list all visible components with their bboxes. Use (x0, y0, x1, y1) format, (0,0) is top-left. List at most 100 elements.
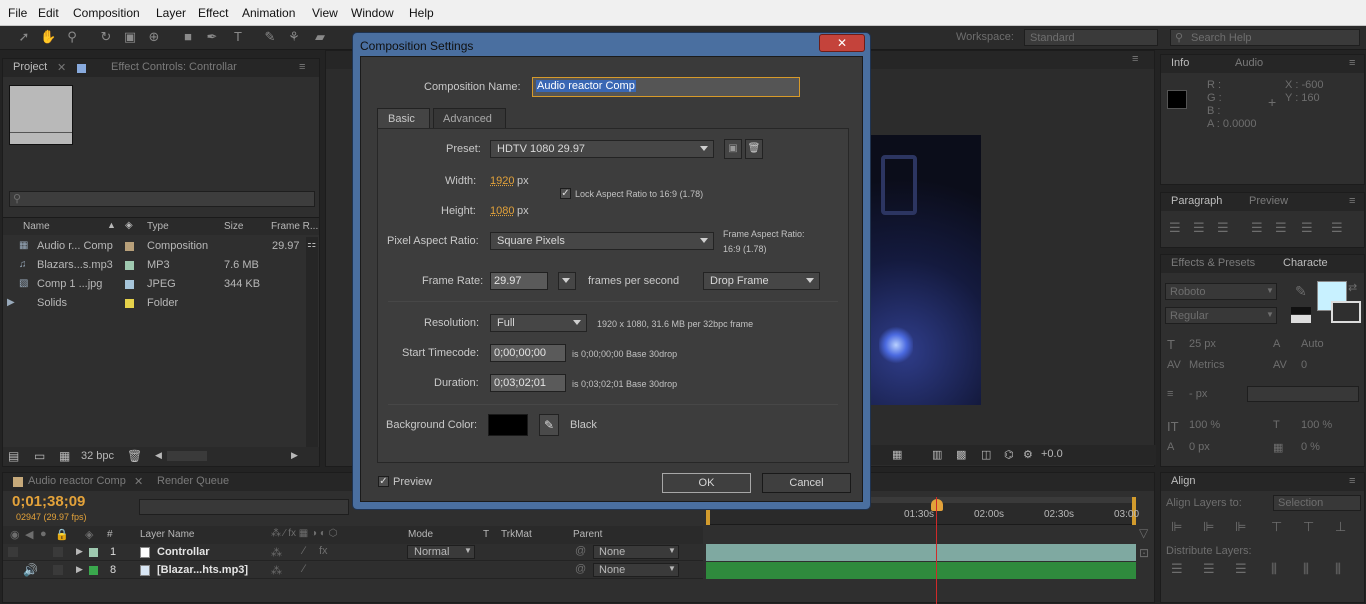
project-item[interactable]: ▶ Solids Folder (3, 294, 303, 313)
zoom-tool-icon[interactable]: ⚲ (64, 29, 80, 45)
font-family-select[interactable]: Roboto ▼ (1165, 283, 1277, 300)
align-left-edges-icon[interactable]: ⊫ (1171, 519, 1182, 535)
rotate-tool-icon[interactable]: ↻ (98, 29, 114, 45)
zoom-out-icon[interactable]: ▽ (1139, 526, 1148, 540)
new-folder-icon[interactable]: ▭ (34, 449, 45, 463)
background-color-swatch[interactable] (488, 414, 528, 436)
column-type[interactable]: Type (147, 221, 169, 232)
brush-tool-icon[interactable]: ✎ (262, 29, 278, 45)
type-tool-icon[interactable]: T (230, 29, 246, 45)
quality-switch-icon[interactable]: ∕ (303, 563, 305, 575)
scroll-left-icon[interactable]: ◀ (155, 450, 162, 461)
label-color-swatch[interactable] (125, 261, 134, 270)
delete-preset-icon[interactable]: 🗑 (745, 139, 763, 159)
pan-behind-tool-icon[interactable]: ⊕ (146, 29, 162, 45)
cancel-button[interactable]: Cancel (762, 473, 851, 493)
width-value[interactable]: 1920 (490, 175, 514, 187)
selection-tool-icon[interactable]: ➚ (16, 29, 32, 45)
justify-center-icon[interactable]: ☰ (1275, 220, 1287, 236)
layer-name[interactable]: [Blazar...hts.mp3] (157, 564, 248, 576)
label-color-swatch[interactable] (125, 280, 134, 289)
frame-rate-input[interactable]: 29.97 (490, 272, 548, 290)
preset-select[interactable]: HDTV 1080 29.97 (490, 140, 714, 158)
tracking-value[interactable]: 0 (1301, 359, 1307, 371)
parent-select[interactable]: None ▼ (593, 563, 679, 577)
column-size[interactable]: Size (224, 221, 243, 232)
column-frame-rate[interactable]: Frame R... (271, 221, 318, 232)
layer-name[interactable]: Controllar (157, 546, 210, 558)
label-color-swatch[interactable] (125, 299, 134, 308)
menu-composition[interactable]: Composition (73, 6, 140, 20)
toggle-mask-icon[interactable]: ▦ (892, 448, 902, 461)
horizontal-scale-value[interactable]: 100 % (1301, 419, 1332, 431)
lock-toggle[interactable] (53, 565, 63, 575)
menu-effect[interactable]: Effect (198, 6, 228, 20)
layer-label-color[interactable] (89, 566, 98, 575)
align-right-edges-icon[interactable]: ⊫ (1235, 519, 1246, 535)
eyedropper-icon[interactable]: ✎ (1295, 283, 1307, 300)
frame-rate-dropdown[interactable] (558, 272, 576, 290)
panel-menu-icon[interactable]: ≡ (1349, 475, 1355, 487)
project-scrollbar[interactable] (306, 237, 318, 447)
menu-edit[interactable]: Edit (38, 6, 59, 20)
speaker-icon[interactable]: 🔊 (23, 563, 38, 577)
interpret-footage-icon[interactable]: ▤ (8, 449, 19, 463)
rectangle-tool-icon[interactable]: ■ (180, 29, 196, 45)
swap-colors-icon[interactable]: ⇄ (1348, 281, 1357, 294)
font-size-value[interactable]: 25 px (1189, 338, 1216, 350)
distribute-left-icon[interactable]: ⫼ (1271, 561, 1277, 577)
camera-tool-icon[interactable]: ▣ (122, 29, 138, 45)
comp-button-icon[interactable]: ⊡ (1139, 546, 1149, 560)
tab-advanced[interactable]: Advanced (433, 108, 506, 128)
tab-effects-presets[interactable]: Effects & Presets (1171, 257, 1255, 269)
distribute-right-icon[interactable]: ⫼ (1335, 561, 1341, 577)
stroke-style-select[interactable] (1247, 386, 1359, 402)
stroke-black-swatch[interactable] (1291, 307, 1311, 314)
kerning-value[interactable]: Metrics (1189, 359, 1224, 371)
align-bottom-edges-icon[interactable]: ⊥ (1335, 519, 1346, 535)
clone-stamp-tool-icon[interactable]: ⚘ (286, 29, 302, 45)
lock-toggle[interactable] (53, 547, 63, 557)
exposure-icon[interactable]: ⚙ (1023, 448, 1033, 461)
panel-menu-icon[interactable]: ≡ (1349, 57, 1355, 69)
pen-tool-icon[interactable]: ✒ (204, 29, 220, 45)
align-left-icon[interactable]: ☰ (1169, 220, 1181, 236)
align-horizontal-center-icon[interactable]: ⊫ (1203, 519, 1214, 535)
layer-label-color[interactable] (89, 548, 98, 557)
effects-switch-icon[interactable]: fx (319, 545, 328, 557)
lock-aspect-checkbox[interactable]: ✓ (560, 188, 571, 199)
close-button[interactable]: ✕ (819, 34, 865, 52)
shy-switch-icon[interactable]: ⁂ (271, 546, 282, 559)
parent-pickwhip-icon[interactable]: @ (575, 563, 586, 575)
column-name[interactable]: Name (23, 221, 50, 232)
stroke-color-swatch[interactable] (1331, 301, 1361, 323)
justify-left-icon[interactable]: ☰ (1251, 220, 1263, 236)
project-item[interactable]: ♫ Blazars...s.mp3 MP3 7.6 MB (3, 256, 303, 275)
duration-input[interactable]: 0;03;02;01 (490, 374, 566, 392)
panel-menu-icon[interactable]: ≡ (1132, 53, 1138, 65)
region-icon[interactable]: ▥ (932, 448, 942, 461)
eyedropper-icon[interactable]: ✎ (539, 414, 559, 436)
project-item[interactable]: ▧ Comp 1 ...jpg JPEG 344 KB (3, 275, 303, 294)
visibility-toggle[interactable] (8, 547, 18, 557)
composition-name-input[interactable]: Audio reactor Comp (532, 77, 800, 97)
vertical-scale-value[interactable]: 100 % (1189, 419, 1220, 431)
timeline-search-input[interactable] (139, 499, 349, 515)
bpc-toggle[interactable]: 32 bpc (81, 450, 114, 462)
blend-mode-select[interactable]: Normal ▼ (407, 545, 475, 559)
baseline-shift-value[interactable]: 0 px (1189, 441, 1210, 453)
tab-character[interactable]: Characte (1283, 257, 1328, 269)
expand-arrow-icon[interactable]: ▶ (76, 546, 83, 557)
tab-render-queue[interactable]: Render Queue (157, 475, 229, 487)
menu-animation[interactable]: Animation (242, 6, 295, 20)
font-style-select[interactable]: Regular ▼ (1165, 307, 1277, 324)
distribute-hcenter-icon[interactable]: ⫼ (1303, 561, 1309, 577)
tab-info[interactable]: Info (1171, 57, 1189, 69)
justify-right-icon[interactable]: ☰ (1301, 220, 1313, 236)
project-item[interactable]: ▦ Audio r... Comp Composition 29.97 (3, 237, 303, 256)
search-help-input[interactable]: ⚲ Search Help (1170, 29, 1360, 46)
tab-paragraph[interactable]: Paragraph (1171, 195, 1222, 207)
snapshot-icon[interactable]: ⌬ (1004, 448, 1014, 461)
flowchart-icon[interactable]: ⚏ (307, 239, 316, 250)
current-timecode[interactable]: 0;01;38;09 (12, 493, 85, 510)
